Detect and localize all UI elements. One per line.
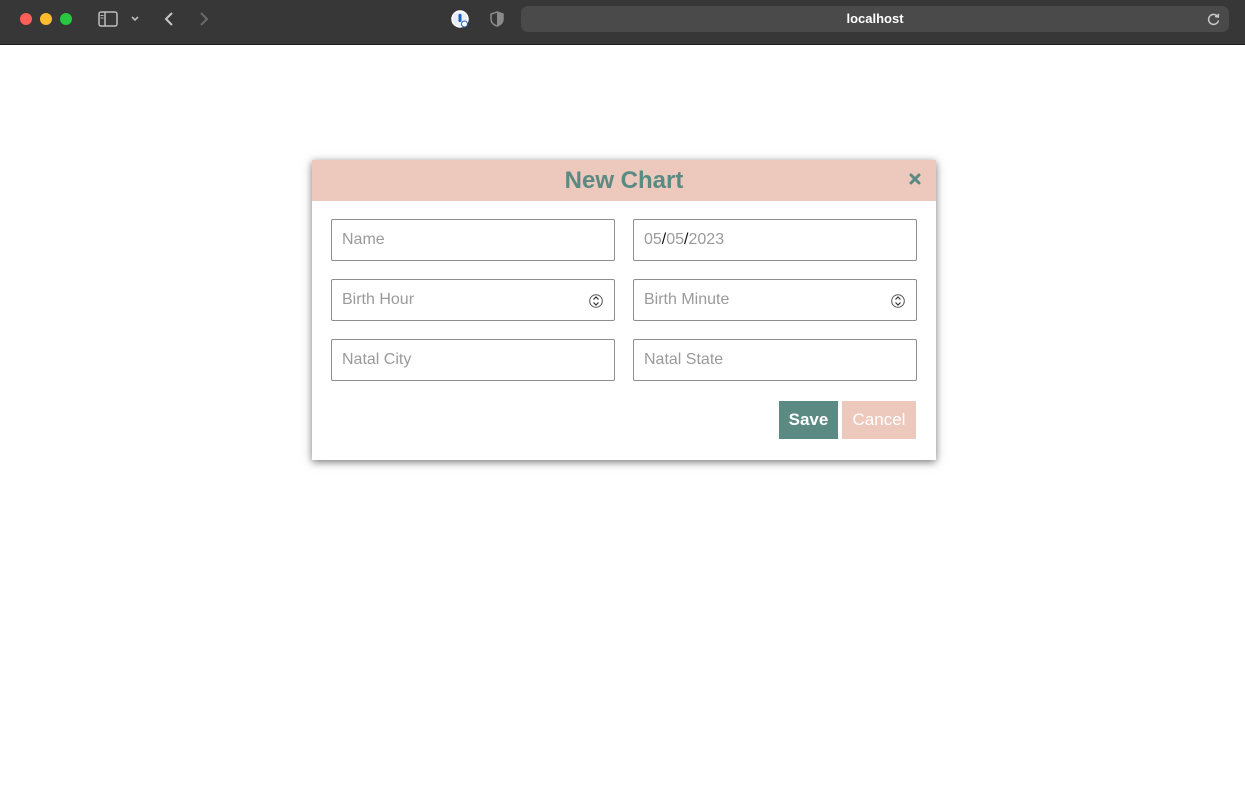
birth-hour-input[interactable]: Birth Hour [331, 279, 615, 321]
maximize-window-button[interactable] [60, 13, 72, 25]
modal-title: New Chart [564, 167, 684, 194]
chevron-right-icon[interactable] [195, 9, 213, 29]
natal-city-placeholder: Natal City [342, 351, 412, 368]
shield-icon[interactable] [487, 9, 507, 29]
date-year[interactable]: 2023 [689, 231, 725, 248]
browser-toolbar: localhost [0, 0, 1245, 45]
minimize-window-button[interactable] [40, 13, 52, 25]
natal-city-input[interactable]: Natal City [331, 339, 615, 381]
chevron-left-icon[interactable] [160, 9, 178, 29]
date-value: 05/05/2023 [644, 220, 724, 260]
birth-minute-placeholder: Birth Minute [644, 291, 730, 308]
name-input[interactable]: Name [331, 219, 615, 261]
cancel-button[interactable]: Cancel [842, 401, 916, 439]
sidebar-icon[interactable] [97, 9, 119, 29]
reload-icon[interactable] [1207, 12, 1221, 26]
birth-hour-placeholder: Birth Hour [342, 291, 415, 308]
save-button[interactable]: Save [779, 401, 838, 439]
date-month[interactable]: 05 [644, 231, 662, 248]
natal-state-input[interactable]: Natal State [633, 339, 917, 381]
password-manager-icon[interactable] [449, 9, 471, 29]
close-window-button[interactable] [20, 13, 32, 25]
stepper-icon[interactable] [891, 292, 905, 310]
chevron-down-icon[interactable] [128, 9, 142, 29]
new-chart-modal: New Chart Name 05/05/2023 Birth Hour Bir… [312, 160, 936, 460]
birth-date-input[interactable]: 05/05/2023 [633, 219, 917, 261]
date-day[interactable]: 05 [666, 231, 684, 248]
close-icon[interactable] [908, 172, 922, 186]
stepper-icon[interactable] [589, 292, 603, 310]
natal-state-placeholder: Natal State [644, 351, 724, 368]
address-text: localhost [846, 11, 904, 26]
modal-header: New Chart [312, 160, 936, 201]
name-placeholder: Name [342, 231, 385, 248]
address-bar[interactable]: localhost [521, 6, 1229, 32]
birth-minute-input[interactable]: Birth Minute [633, 279, 917, 321]
